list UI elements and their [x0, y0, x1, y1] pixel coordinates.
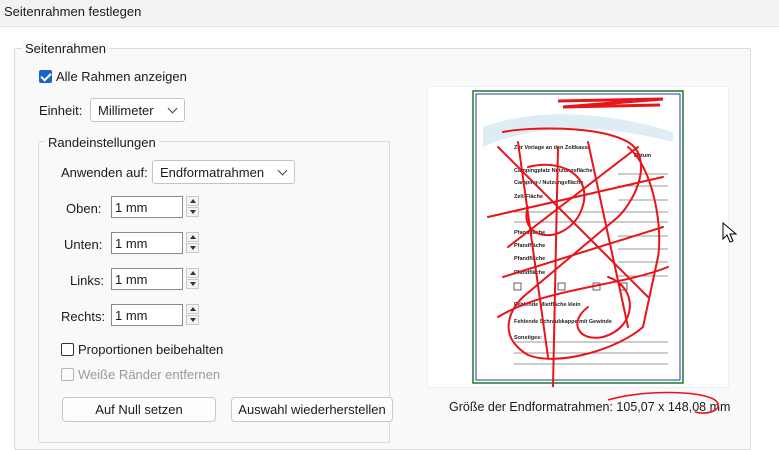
right-margin-label: Rechts:: [61, 309, 106, 324]
restore-selection-button[interactable]: Auswahl wiederherstellen: [231, 397, 393, 422]
window-title: Seitenrahmen festlegen: [4, 4, 142, 19]
keep-proportions-checkbox[interactable]: [61, 343, 74, 356]
doc-line-1: Zur Vorlage an den Zoltkasse: [514, 145, 590, 151]
stepper-down-icon[interactable]: [186, 315, 199, 325]
stepper-down-icon[interactable]: [186, 207, 199, 217]
stepper-down-icon[interactable]: [186, 243, 199, 253]
stepper-up-icon[interactable]: [186, 196, 199, 206]
top-margin-stepper[interactable]: [186, 196, 199, 218]
unit-select[interactable]: Millimeter: [90, 98, 185, 122]
doc-line-8: Pfandfläche: [514, 256, 545, 262]
page-thumbnail: Zur Vorlage an den Zoltkasse Datum Campi…: [472, 90, 684, 388]
top-margin-value: 1 mm: [115, 200, 148, 215]
remove-white-margins-checkbox[interactable]: [61, 368, 74, 381]
right-margin-input[interactable]: 1 mm: [111, 304, 183, 326]
bottom-margin-stepper[interactable]: [186, 232, 199, 254]
bottom-margin-value: 1 mm: [115, 236, 148, 251]
keep-proportions-label: Proportionen beibehalten: [78, 342, 224, 357]
right-margin-value: 1 mm: [115, 308, 148, 323]
left-margin-label: Links:: [70, 273, 104, 288]
stepper-up-icon[interactable]: [186, 304, 199, 314]
unit-value: Millimeter: [98, 103, 154, 118]
apply-to-value: Endformatrahmen: [160, 165, 265, 180]
apply-to-label: Anwenden auf:: [61, 165, 148, 180]
left-margin-value: 1 mm: [115, 272, 148, 287]
unit-label: Einheit:: [39, 103, 83, 118]
reset-to-zero-button[interactable]: Auf Null setzen: [62, 397, 216, 422]
stepper-down-icon[interactable]: [186, 279, 199, 289]
apply-to-select[interactable]: Endformatrahmen: [152, 160, 295, 184]
doc-line-5: Zelt-Fläche: [514, 194, 543, 200]
right-margin-stepper[interactable]: [186, 304, 199, 326]
group-title: Seitenrahmen: [22, 41, 109, 56]
left-margin-stepper[interactable]: [186, 268, 199, 290]
annotation-underline: [607, 391, 719, 414]
bottom-margin-input[interactable]: 1 mm: [111, 232, 183, 254]
stepper-up-icon[interactable]: [186, 268, 199, 278]
doc-line-3: Campingplatz Nutzungsfläche: [514, 168, 593, 174]
margin-settings-title: Randeinstellungen: [45, 135, 159, 150]
show-all-frames-checkbox[interactable]: [39, 70, 52, 83]
chevron-down-icon: [277, 165, 288, 176]
doc-line-12: Sonstiges:: [514, 335, 542, 341]
doc-line-7: Pfandfläche: [514, 243, 545, 249]
show-all-frames-label: Alle Rahmen anzeigen: [56, 69, 187, 84]
doc-line-11: Fehlende Schraubkappe mit Gewinde: [514, 319, 612, 325]
remove-white-margins-label: Weiße Ränder entfernen: [78, 367, 221, 382]
mouse-cursor-icon: [722, 222, 738, 243]
chevron-down-icon: [167, 103, 178, 114]
stepper-up-icon[interactable]: [186, 232, 199, 242]
top-margin-input[interactable]: 1 mm: [111, 196, 183, 218]
title-bar: Seitenrahmen festlegen: [0, 0, 779, 27]
bottom-margin-label: Unten:: [64, 237, 103, 252]
left-margin-input[interactable]: 1 mm: [111, 268, 183, 290]
page-preview: Zur Vorlage an den Zoltkasse Datum Campi…: [428, 87, 728, 388]
top-margin-label: Oben:: [66, 201, 102, 216]
